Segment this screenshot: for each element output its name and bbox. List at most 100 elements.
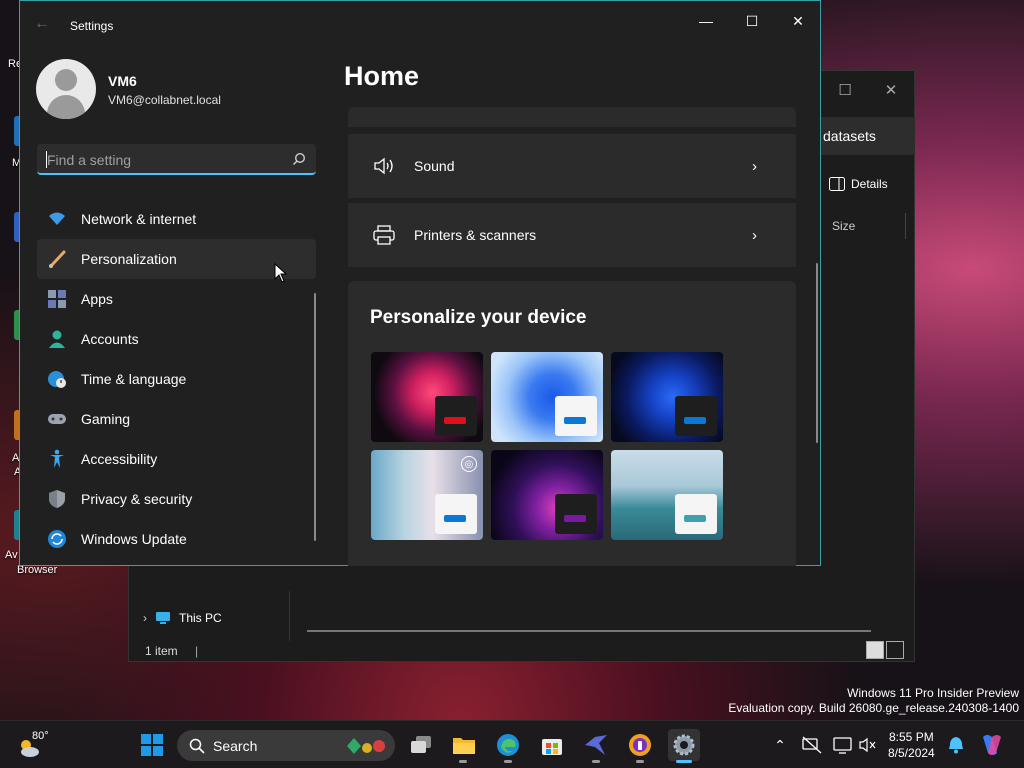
search-input[interactable]: Find a setting (37, 144, 316, 175)
taskbar-clock[interactable]: 8:55 PM 8/5/2024 (888, 729, 935, 761)
settings-row-label: Printers & scanners (414, 227, 537, 243)
settings-row-sound[interactable]: Sound › (348, 134, 796, 198)
explorer-pane-divider[interactable] (289, 591, 290, 641)
user-profile[interactable]: VM6 VM6@collabnet.local (36, 59, 326, 121)
update-icon (47, 529, 67, 549)
bird-app-taskbar-button[interactable] (580, 729, 612, 761)
edge-taskbar-button[interactable] (492, 729, 524, 761)
apps-icon (47, 289, 67, 309)
settings-taskbar-button[interactable] (668, 729, 700, 761)
profile-email: VM6@collabnet.local (108, 93, 221, 107)
explorer-nav-this-pc[interactable]: › This PC (143, 611, 222, 625)
theme-thumbnail-flow[interactable] (611, 450, 723, 540)
chevron-right-icon[interactable]: › (143, 611, 147, 625)
clock-time: 8:55 PM (889, 730, 934, 744)
running-indicator (504, 760, 512, 763)
windows-logo-icon (141, 734, 163, 756)
sidebar-item-label: Windows Update (81, 531, 187, 547)
size-column-label: Size (832, 219, 856, 233)
explorer-close-button[interactable]: ✕ (868, 75, 914, 105)
sidebar-item-label: Privacy & security (81, 491, 193, 507)
close-button[interactable]: ✕ (775, 5, 821, 37)
mouse-cursor (274, 263, 288, 283)
watermark-line-2: Evaluation copy. Build 26080.ge_release.… (728, 701, 1019, 715)
evaluation-watermark: Windows 11 Pro Insider Preview Evaluatio… (728, 686, 1019, 716)
sidebar-item-windows-update[interactable]: Windows Update (37, 519, 316, 559)
sidebar-item-label: Gaming (81, 411, 131, 427)
running-indicator (636, 760, 644, 763)
explorer-details-button[interactable]: Details (829, 177, 888, 191)
sidebar-item-accessibility[interactable]: Accessibility (37, 439, 316, 479)
search-icon (189, 738, 205, 754)
explorer-size-column-header[interactable]: Size (824, 213, 906, 239)
sidebar-item-accounts[interactable]: Accounts (37, 319, 316, 359)
explorer-view-buttons (866, 641, 904, 659)
theme-thumbnail-dark-bloom[interactable] (611, 352, 723, 442)
theme-thumbnail-glow[interactable] (371, 352, 483, 442)
notification-bell-icon[interactable] (940, 729, 972, 761)
sidebar-item-time-language[interactable]: Time & language (37, 359, 316, 399)
title-bar[interactable]: ← Settings — ☐ ✕ (20, 1, 820, 49)
large-icons-view-icon[interactable] (886, 641, 904, 659)
settings-row-printers[interactable]: Printers & scanners › (348, 203, 796, 267)
weather-widget[interactable]: 80° (18, 729, 52, 761)
maximize-button[interactable]: ☐ (729, 5, 775, 37)
weather-temp: 80° (32, 730, 49, 742)
sidebar-item-apps[interactable]: Apps (37, 279, 316, 319)
sidebar-item-privacy[interactable]: Privacy & security (37, 479, 316, 519)
sidebar-item-label: Network & internet (81, 211, 197, 227)
volume-muted-icon[interactable] (852, 729, 884, 761)
explorer-details-label: Details (851, 177, 888, 191)
explorer-maximize-button[interactable]: ☐ (822, 75, 868, 105)
sidebar-item-gaming[interactable]: Gaming (37, 399, 316, 439)
bird-app-icon (585, 735, 607, 755)
window-title: Settings (70, 19, 114, 33)
sidebar-item-label: Personalization (81, 251, 177, 267)
search-icon (292, 152, 306, 166)
sidebar-scrollbar[interactable] (314, 293, 316, 541)
this-pc-label: This PC (179, 611, 222, 625)
theme-thumbnail-light-bloom[interactable] (491, 352, 603, 442)
chevron-up-icon[interactable]: ⌃ (764, 729, 796, 761)
folder-icon (453, 738, 475, 754)
desktop-icon-label-5: Av (5, 549, 18, 561)
theme-thumbnail-spotlight[interactable]: ◎ (371, 450, 483, 540)
store-taskbar-button[interactable] (536, 729, 568, 761)
avatar[interactable] (36, 59, 96, 119)
personalize-card: Personalize your device ◎ (348, 281, 796, 566)
theme-thumbnail-captured-motion[interactable] (491, 450, 603, 540)
edge-icon (497, 734, 519, 756)
file-explorer-taskbar-button[interactable] (448, 729, 480, 761)
spotlight-icon: ◎ (461, 456, 477, 472)
minimize-button[interactable]: — (683, 5, 729, 37)
speaker-icon (372, 154, 396, 178)
network-offline-icon[interactable] (796, 729, 828, 761)
details-view-icon[interactable] (866, 641, 884, 659)
sidebar-item-label: Time & language (81, 371, 187, 387)
printer-icon (372, 223, 396, 247)
item-count: 1 item (145, 644, 178, 658)
explorer-horizontal-scrollbar[interactable] (307, 630, 871, 632)
explorer-tab-label: datasets (823, 128, 876, 144)
task-view-button[interactable] (405, 729, 437, 761)
search-placeholder: Find a setting (47, 152, 132, 168)
taskbar: 80° Search ⌃ 8:55 PM 8/5/2024 (0, 720, 1024, 768)
copilot-icon[interactable] (976, 729, 1008, 761)
watermark-line-1: Windows 11 Pro Insider Preview (847, 686, 1019, 700)
app-circle-taskbar-button[interactable] (624, 729, 656, 761)
sidebar-item-network[interactable]: Network & internet (37, 199, 316, 239)
back-arrow-icon[interactable]: ← (34, 15, 54, 35)
gamepad-icon (47, 409, 67, 429)
computer-icon (156, 612, 170, 624)
sidebar-nav: Network & internet Personalization Apps … (37, 199, 316, 559)
main-scrollbar[interactable] (816, 263, 818, 443)
running-indicator (459, 760, 467, 763)
details-pane-icon (829, 177, 845, 191)
page-title: Home (344, 61, 420, 91)
settings-window[interactable]: ← Settings — ☐ ✕ VM6 VM6@collabnet.local… (19, 0, 821, 566)
start-button[interactable] (136, 729, 168, 761)
taskbar-search-box[interactable]: Search (177, 730, 395, 761)
explorer-tab-datasets[interactable]: datasets (819, 117, 915, 155)
taskbar-search-label: Search (213, 737, 258, 754)
gear-icon (673, 734, 695, 756)
